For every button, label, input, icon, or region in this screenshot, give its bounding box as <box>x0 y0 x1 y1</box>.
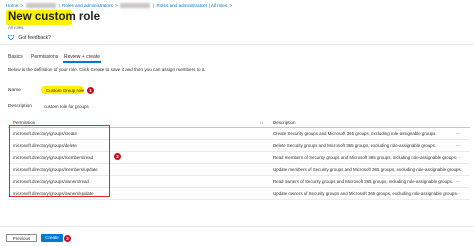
breadcrumb: Home > | Roles and administrators > | Ro… <box>6 3 233 9</box>
row-more-icon[interactable]: ... <box>456 178 460 184</box>
redacted-tenant-2 <box>120 3 151 9</box>
page-title: New custom role <box>8 11 101 23</box>
more-options-icon[interactable]: ... <box>80 12 86 19</box>
footer-divider <box>0 226 474 227</box>
description-cell: Read members of Security groups and Micr… <box>273 155 458 160</box>
feedback-link[interactable]: Got feedback? <box>7 34 51 41</box>
description-cell: Update owners of Security groups and Mic… <box>273 191 458 196</box>
breadcrumb-separator: > <box>20 3 24 8</box>
callout-badge-2: 2 <box>114 153 121 160</box>
name-label: Name <box>8 88 21 93</box>
tab-permissions[interactable]: Permissions <box>31 54 58 60</box>
row-more-icon[interactable]: ... <box>456 142 460 148</box>
redacted-tenant <box>25 3 56 9</box>
description-cell: Read owners of Security groups and Micro… <box>273 179 453 184</box>
row-more-icon[interactable]: ... <box>456 130 460 136</box>
permissions-outline <box>9 125 110 197</box>
feedback-label: Got feedback? <box>18 35 51 41</box>
description-cell: Create Security groups and Microsoft 365… <box>273 131 437 136</box>
active-tab-indicator <box>63 61 101 63</box>
create-button[interactable]: Create <box>41 234 63 242</box>
description-cell: Delete Security groups and Microsoft 365… <box>273 143 437 148</box>
callout-badge-1: 1 <box>87 87 94 94</box>
sort-icon[interactable]: ↑↓ <box>259 120 264 125</box>
description-value: custom role for groups <box>44 104 89 109</box>
tab-basics[interactable]: Basics <box>8 54 23 60</box>
column-header-description[interactable]: Description <box>273 120 296 125</box>
tab-review-create[interactable]: Review + create <box>64 54 100 60</box>
page-subtitle: All roles <box>8 25 24 30</box>
name-value: Custom Group role <box>46 88 85 93</box>
heart-icon <box>7 34 15 41</box>
callout-badge-3: 3 <box>64 234 71 242</box>
row-more-icon[interactable]: ... <box>456 166 460 172</box>
divider <box>0 44 474 45</box>
breadcrumb-home[interactable]: Home <box>6 3 18 8</box>
description-cell: Update members of Security groups and Mi… <box>273 167 462 172</box>
breadcrumb-all-roles[interactable]: Roles and administrators | All roles <box>157 3 228 8</box>
previous-button[interactable]: Previous <box>6 234 37 242</box>
instructions-text: Below is the definition of your role. Cl… <box>8 67 206 72</box>
row-more-icon[interactable]: ... <box>456 154 460 160</box>
row-more-icon[interactable]: ... <box>456 190 460 196</box>
breadcrumb-roles[interactable]: Roles and administrators <box>62 3 113 8</box>
description-label: Description <box>8 104 32 109</box>
